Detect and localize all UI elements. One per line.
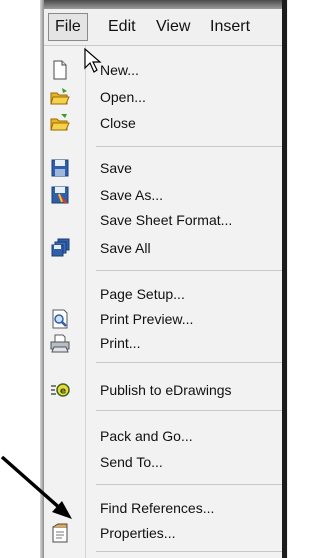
window-frame-right-edge <box>282 0 287 558</box>
menu-separator <box>96 270 282 271</box>
menu-item-label: Properties... <box>100 525 176 541</box>
menu-item-save-all[interactable]: Save All <box>44 236 282 260</box>
mouse-pointer-icon <box>84 47 102 79</box>
new-document-icon <box>50 60 70 80</box>
svg-text:e: e <box>60 387 66 397</box>
annotation-arrow-icon <box>0 455 80 530</box>
menu-item-label: New... <box>100 62 139 78</box>
open-folder-icon <box>50 87 70 107</box>
menu-item-label: Pack and Go... <box>100 428 193 444</box>
close-folder-icon <box>50 113 70 133</box>
menu-view[interactable]: View <box>150 13 196 41</box>
menu-separator <box>96 410 282 411</box>
menu-item-label: Publish to eDrawings <box>100 382 232 398</box>
menu-item-print-preview[interactable]: Print Preview... <box>44 307 282 331</box>
menu-item-label: Send To... <box>100 454 163 470</box>
menu-item-label: Page Setup... <box>100 286 185 302</box>
edrawings-icon: e <box>50 380 70 400</box>
title-bar-strip <box>44 0 282 9</box>
menu-item-save-sheet-format[interactable]: Save Sheet Format... <box>44 208 282 232</box>
menu-item-new[interactable]: New... <box>44 58 282 82</box>
menu-edit[interactable]: Edit <box>102 13 142 41</box>
menu-item-label: Close <box>100 115 136 131</box>
menu-item-label: Save <box>100 160 132 176</box>
menu-item-label: Save Sheet Format... <box>100 212 233 228</box>
save-all-icon <box>50 238 70 258</box>
menu-separator <box>96 484 282 485</box>
menu-item-save-as[interactable]: Save As... <box>44 183 282 207</box>
menu-item-close[interactable]: Close <box>44 111 282 135</box>
menu-separator <box>96 362 282 363</box>
printer-icon <box>50 333 70 353</box>
menu-item-print[interactable]: Print... <box>44 331 282 355</box>
menu-item-label: Save All <box>100 240 151 256</box>
menu-item-save[interactable]: Save <box>44 156 282 180</box>
menu-item-open[interactable]: Open... <box>44 85 282 109</box>
menu-insert[interactable]: Insert <box>204 13 256 41</box>
menu-separator <box>96 551 282 552</box>
save-as-icon <box>50 185 70 205</box>
menu-item-label: Find References... <box>100 500 215 516</box>
menu-separator <box>96 146 282 147</box>
save-disk-icon <box>50 158 70 178</box>
menu-item-publish-edrawings[interactable]: e Publish to eDrawings <box>44 378 282 402</box>
menu-item-label: Save As... <box>100 187 164 203</box>
menu-item-label: Print Preview... <box>100 311 194 327</box>
print-preview-icon <box>50 309 70 329</box>
menu-item-page-setup[interactable]: Page Setup... <box>44 282 282 306</box>
menu-item-label: Open... <box>100 89 146 105</box>
menu-item-pack-and-go[interactable]: Pack and Go... <box>44 424 282 448</box>
menu-item-label: Print... <box>100 335 141 351</box>
menu-file[interactable]: File <box>48 13 88 41</box>
menu-bar: File Edit View Insert <box>44 9 282 46</box>
